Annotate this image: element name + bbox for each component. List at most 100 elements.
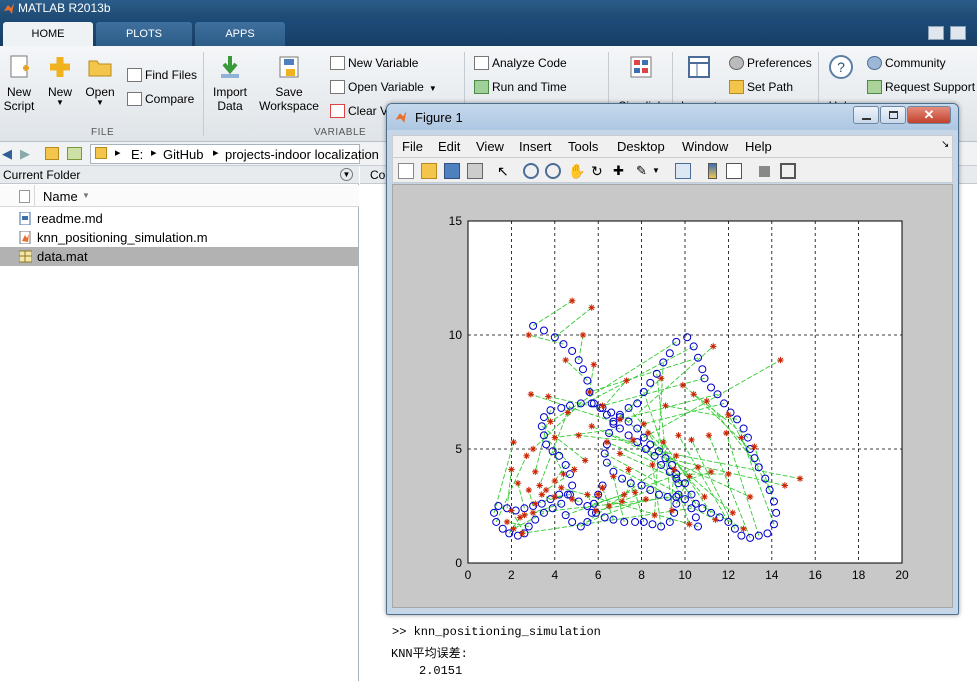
file-name: readme.md [37,211,103,226]
name-column-header[interactable]: Name [43,189,78,204]
zoom-out-icon[interactable] [545,163,561,179]
back-arrow-icon[interactable]: ◀ [2,146,12,162]
new-label: New [47,85,72,99]
quick-access-icon[interactable] [928,26,944,40]
open-variable-button[interactable]: Open Variable ▼ [330,79,437,97]
request-support-button[interactable]: Request Support [867,79,975,95]
brush-dropdown-icon[interactable]: ▼ [652,163,668,179]
maximize-icon[interactable] [880,106,906,124]
x-tick-label: 6 [595,568,602,582]
new-variable-button[interactable]: New Variable [330,55,418,71]
figure-menu-bar: File Edit View Insert Tools Desktop Wind… [392,135,953,157]
insert-legend-icon[interactable] [726,163,742,179]
compare-button[interactable]: Compare [127,91,194,107]
brush-icon[interactable]: ✎ [636,163,652,179]
figure-toolbar: ↖ ✋ ↻ ✚ ✎ ▼ [392,157,953,183]
set-path-label: Set Path [747,80,794,94]
close-icon[interactable]: ✕ [907,106,951,124]
estimated-position-marker [532,468,539,475]
figure-canvas[interactable]: 0 2 4 6 8 10 12 14 16 18 20 0 5 10 15 [392,184,953,608]
show-plot-tools-icon[interactable] [780,163,796,179]
mat-file-icon [19,250,32,263]
tab-plots[interactable]: PLOTS [96,22,192,46]
breadcrumb-drive[interactable]: E: [131,147,143,162]
menu-window[interactable]: Window [682,139,728,154]
x-tick-label: 8 [638,568,645,582]
community-button[interactable]: Community [867,55,946,71]
menu-insert[interactable]: Insert [519,139,552,154]
new-figure-icon[interactable] [398,163,414,179]
figure-window[interactable]: Figure 1 ✕ File Edit View Insert Tools D… [386,103,959,615]
preferences-button[interactable]: Preferences [729,55,812,71]
drive-folder-icon [95,147,107,159]
save-figure-icon[interactable] [444,163,460,179]
save-workspace-button[interactable]: Save Workspace [258,54,320,113]
x-tick-label: 12 [722,568,736,582]
minimize-toolstrip-icon[interactable] [950,26,966,40]
file-row[interactable]: knn_positioning_simulation.m [0,228,358,247]
forward-arrow-icon[interactable]: ▶ [20,146,30,162]
find-files-button[interactable]: Find Files [127,67,197,83]
estimated-position-marker [690,391,697,398]
link-plot-icon[interactable] [675,163,691,179]
estimated-position-marker [523,452,530,460]
zoom-in-icon[interactable] [523,163,539,179]
menu-tools[interactable]: Tools [568,139,598,154]
up-folder-icon[interactable] [45,147,59,160]
estimated-position-marker [644,429,652,437]
menu-view[interactable]: View [476,139,504,154]
file-row[interactable]: readme.md [0,209,358,228]
estimated-position-marker [558,484,565,491]
path-field[interactable]: ▸ E: ▸ GitHub ▸ projects-indoor localiza… [90,144,379,164]
estimated-position-marker [746,493,754,501]
command-line[interactable]: >> knn_positioning_simulation [392,625,601,639]
browse-folder-icon[interactable] [67,147,82,160]
dock-arrow-icon[interactable]: ↘ [941,139,949,150]
rotate-3d-icon[interactable]: ↻ [591,163,607,179]
sort-descending-icon[interactable]: ▼ [82,191,90,200]
tab-apps[interactable]: APPS [195,22,285,46]
set-path-button[interactable]: Set Path [729,79,793,95]
simulink-icon [630,56,652,78]
minimize-icon[interactable] [853,106,879,124]
pan-hand-icon[interactable]: ✋ [568,163,585,179]
run-and-time-button[interactable]: Run and Time [474,79,567,95]
edit-plot-arrow-icon[interactable]: ↖ [497,163,513,179]
estimated-position-marker [712,516,719,523]
estimated-position-marker [592,507,600,514]
open-file-icon[interactable] [421,163,437,179]
clear-workspace-button[interactable]: Clear V [330,103,388,119]
figure-title-bar[interactable]: Figure 1 ✕ [387,104,958,130]
estimated-position-marker [536,482,543,489]
new-button[interactable]: New ▼ [46,54,74,107]
menu-help[interactable]: Help [745,139,772,154]
print-icon[interactable] [467,163,483,179]
new-script-button[interactable]: New Script [3,54,35,113]
scatter-plot[interactable]: 0 2 4 6 8 10 12 14 16 18 20 0 5 10 15 [393,185,952,607]
breadcrumb-github[interactable]: GitHub [163,147,203,162]
estimated-position-marker [508,466,515,473]
estimated-position-marker [562,356,569,364]
open-button[interactable]: Open ▼ [84,54,116,107]
analyze-code-button[interactable]: Analyze Code [474,55,567,71]
menu-desktop[interactable]: Desktop [617,139,665,154]
x-tick-label: 0 [465,568,472,582]
panel-actions-icon[interactable]: ▼ [340,168,353,181]
current-folder-header: Current Folder ▼ [0,166,359,184]
breadcrumb-project[interactable]: projects-indoor localization [225,147,379,162]
y-tick-label: 0 [455,556,462,570]
open-label: Open [85,85,115,99]
analyze-code-label: Analyze Code [492,56,567,70]
file-row-selected[interactable]: data.mat [0,247,358,266]
breadcrumb-separator-icon: ▸ [151,147,157,159]
estimated-position-marker [670,466,678,473]
menu-file[interactable]: File [402,139,423,154]
data-cursor-icon[interactable]: ✚ [613,163,629,179]
variable-group-label: VARIABLE [314,127,367,138]
hide-plot-tools-icon[interactable] [759,166,770,177]
insert-colorbar-icon[interactable] [708,163,717,179]
tab-home[interactable]: HOME [3,22,93,46]
estimated-position-marker [777,356,784,364]
menu-edit[interactable]: Edit [438,139,460,154]
import-data-button[interactable]: Import Data [210,54,250,113]
